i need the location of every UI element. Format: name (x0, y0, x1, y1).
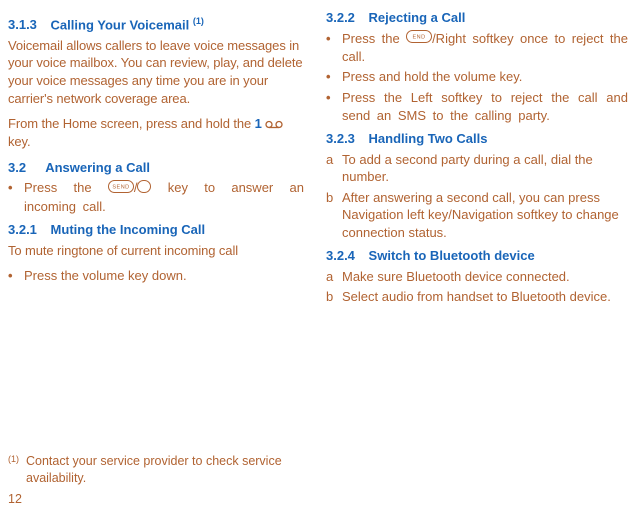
heading-number: 3.2.1 (8, 222, 37, 237)
left-column: 3.1.3 Calling Your Voicemail (1) Voicema… (8, 9, 318, 516)
list-item: a Make sure Bluetooth device connected. (326, 268, 628, 286)
heading-number: 3.2 (8, 160, 26, 175)
voicemail-icon (265, 116, 283, 134)
heading-title: Switch to Bluetooth device (369, 248, 535, 263)
heading-3-2: 3.2 Answering a Call (8, 159, 304, 177)
bullet-dot: • (326, 30, 342, 66)
page-number: 12 (8, 491, 308, 508)
bullet-dot: • (326, 89, 342, 124)
bullet-text: Press the SEND/ key to answer an incomin… (24, 179, 304, 215)
send-key-icon: SEND (108, 180, 134, 198)
heading-title: Calling Your Voicemail (51, 17, 190, 32)
text-part: Press the (342, 31, 406, 46)
handling-two-calls-list: a To add a second party during a call, d… (326, 151, 628, 242)
bullet-text: Press and hold the volume key. (342, 68, 522, 86)
footnote: (1) Contact your service provider to che… (8, 453, 308, 487)
bullet-item: • Press and hold the volume key. (326, 68, 628, 86)
heading-3-2-3: 3.2.3 Handling Two Calls (326, 130, 628, 148)
heading-3-2-2: 3.2.2 Rejecting a Call (326, 9, 628, 27)
bullet-text: Press the END/Right softkey once to reje… (342, 30, 628, 66)
footnote-area: (1) Contact your service provider to che… (8, 453, 308, 508)
svg-text:END: END (413, 35, 426, 41)
voicemail-description: Voicemail allows callers to leave voice … (8, 37, 304, 107)
list-item: b After answering a second call, you can… (326, 189, 628, 242)
heading-title: Answering a Call (45, 160, 150, 175)
mute-bullets: • Press the volume key down. (8, 267, 304, 285)
bullet-text: Press the Left softkey to reject the cal… (342, 89, 628, 124)
list-item: a To add a second party during a call, d… (326, 151, 628, 186)
heading-number: 3.1.3 (8, 17, 37, 32)
heading-3-2-1: 3.2.1 Muting the Incoming Call (8, 221, 304, 239)
bullet-item: • Press the END/Right softkey once to re… (326, 30, 628, 66)
heading-number: 3.2.3 (326, 131, 355, 146)
round-key-icon (137, 180, 151, 198)
heading-3-2-4: 3.2.4 Switch to Bluetooth device (326, 247, 628, 265)
list-text: Select audio from handset to Bluetooth d… (342, 288, 611, 306)
manual-page: 3.1.3 Calling Your Voicemail (1) Voicema… (0, 0, 642, 516)
bullet-item: • Press the Left softkey to reject the c… (326, 89, 628, 124)
heading-title: Handling Two Calls (369, 131, 488, 146)
bullet-item: • Press the volume key down. (8, 267, 304, 285)
list-text: Make sure Bluetooth device connected. (342, 268, 570, 286)
heading-number: 3.2.4 (326, 248, 355, 263)
footnote-number: (1) (8, 453, 26, 487)
list-text: After answering a second call, you can p… (342, 189, 628, 242)
right-column: 3.2.2 Rejecting a Call • Press the END/R… (318, 9, 628, 516)
text-part: From the Home screen, press and hold the (8, 116, 255, 131)
heading-title: Muting the Incoming Call (51, 222, 206, 237)
reject-bullets: • Press the END/Right softkey once to re… (326, 30, 628, 125)
footnote-text: Contact your service provider to check s… (26, 453, 308, 487)
heading-number: 3.2.2 (326, 10, 355, 25)
list-letter: a (326, 268, 342, 286)
text-part: Press the (24, 180, 108, 195)
key-1: 1 (255, 116, 262, 131)
bullet-item: • Press the SEND/ key to answer an incom… (8, 179, 304, 215)
bluetooth-list: a Make sure Bluetooth device connected. … (326, 268, 628, 306)
bullet-text: Press the volume key down. (24, 267, 187, 285)
footnote-marker: (1) (193, 16, 204, 26)
text-part: key. (8, 134, 30, 149)
voicemail-instruction: From the Home screen, press and hold the… (8, 115, 304, 151)
heading-3-1-3: 3.1.3 Calling Your Voicemail (1) (8, 15, 304, 34)
bullet-dot: • (8, 179, 24, 215)
list-item: b Select audio from handset to Bluetooth… (326, 288, 628, 306)
bullet-dot: • (326, 68, 342, 86)
bullet-dot: • (8, 267, 24, 285)
list-letter: b (326, 288, 342, 306)
list-letter: b (326, 189, 342, 242)
end-key-icon: END (406, 30, 432, 48)
list-letter: a (326, 151, 342, 186)
mute-description: To mute ringtone of current incoming cal… (8, 242, 304, 260)
svg-text:SEND: SEND (112, 185, 129, 191)
answer-call-bullets: • Press the SEND/ key to answer an incom… (8, 179, 304, 215)
heading-title: Rejecting a Call (369, 10, 466, 25)
list-text: To add a second party during a call, dia… (342, 151, 628, 186)
